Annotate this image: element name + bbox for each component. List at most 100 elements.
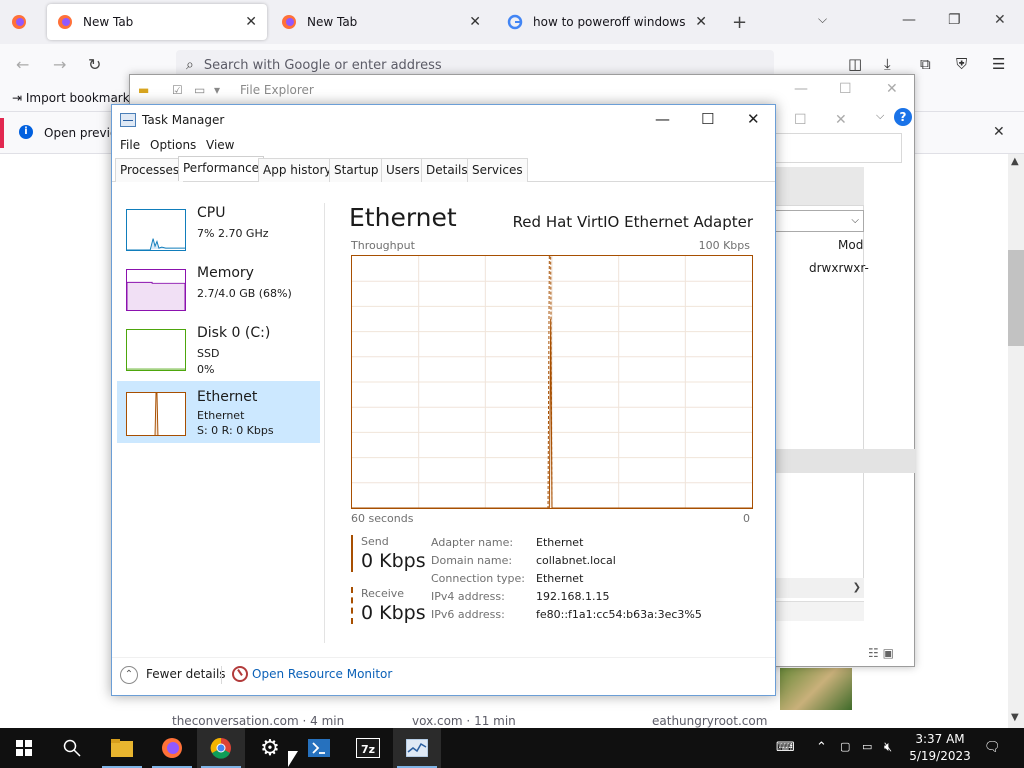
close-icon[interactable]: ✕ bbox=[835, 112, 847, 128]
firefox-menu-icon[interactable] bbox=[11, 14, 27, 30]
tab-services[interactable]: Services bbox=[467, 158, 528, 182]
help-icon[interactable]: ? bbox=[894, 108, 912, 126]
import-bookmarks-link[interactable]: ⇥ Import bookmarks bbox=[12, 91, 136, 105]
task-manager-window[interactable]: Task Manager — ☐ ✕ File Options View Pro… bbox=[111, 104, 776, 696]
card-source[interactable]: theconversation.com · 4 min bbox=[172, 714, 344, 728]
resource-item-memory[interactable]: Memory 2.7/4.0 GB (68%) bbox=[117, 261, 320, 323]
property-key: IPv4 address: bbox=[431, 590, 505, 603]
send-label: Send bbox=[361, 535, 389, 548]
ublock-shield-icon[interactable]: ⛨ bbox=[956, 55, 967, 73]
scrollbar-thumb[interactable] bbox=[1008, 250, 1024, 346]
tab-startup[interactable]: Startup bbox=[329, 158, 384, 182]
restore-icon[interactable]: ❐ bbox=[948, 12, 961, 28]
minimize-icon[interactable]: — bbox=[655, 110, 670, 128]
menu-options[interactable]: Options bbox=[150, 138, 196, 152]
extensions-icon[interactable]: ⧉ bbox=[920, 55, 931, 73]
pane-divider bbox=[324, 203, 325, 643]
chrome-taskbar-button[interactable] bbox=[197, 728, 245, 768]
file-explorer-taskbar-button[interactable] bbox=[98, 728, 146, 768]
close-tab-icon[interactable]: ✕ bbox=[245, 14, 257, 30]
tab-app-history[interactable]: App history bbox=[258, 158, 337, 182]
list-all-tabs-chevron-icon[interactable]: ⌵ bbox=[818, 12, 827, 27]
open-resource-monitor-link[interactable]: Open Resource Monitor bbox=[252, 667, 392, 681]
view-dropdown[interactable]: ⌵ bbox=[775, 210, 864, 232]
new-folder-icon[interactable]: ▭ bbox=[194, 83, 205, 97]
close-window-icon[interactable]: ✕ bbox=[994, 12, 1006, 28]
column-header-modified[interactable]: Mod bbox=[838, 238, 863, 252]
7zip-taskbar-button[interactable]: 7z bbox=[344, 728, 392, 768]
tab-performance[interactable]: Performance bbox=[178, 156, 265, 181]
explorer-titlebar[interactable]: ▬ ☑ ▭ ▾ File Explorer — ☐ ✕ bbox=[130, 75, 914, 105]
settings-taskbar-button[interactable]: ⚙ bbox=[246, 728, 294, 768]
ribbon-expand-chevron-icon[interactable]: ⌵ bbox=[876, 109, 884, 123]
task-manager-titlebar[interactable]: Task Manager — ☐ ✕ bbox=[112, 105, 775, 135]
volume-muted-icon[interactable]: 🔇︎ bbox=[884, 740, 892, 755]
firefox-taskbar-button[interactable] bbox=[148, 728, 196, 768]
info-icon: i bbox=[19, 125, 33, 139]
resource-name: Ethernet bbox=[197, 389, 258, 405]
touch-keyboard-icon[interactable]: ⌨ bbox=[776, 740, 795, 755]
selected-row[interactable] bbox=[775, 449, 915, 473]
close-icon[interactable]: ✕ bbox=[747, 110, 760, 128]
close-notification-icon[interactable]: ✕ bbox=[993, 124, 1005, 140]
firefox-icon bbox=[162, 738, 182, 758]
card-source[interactable]: vox.com · 11 min bbox=[412, 714, 516, 728]
customize-quick-access-icon[interactable]: ▾ bbox=[214, 83, 220, 97]
task-manager-taskbar-button[interactable] bbox=[393, 728, 441, 768]
fewer-details-button[interactable]: Fewer details bbox=[146, 667, 226, 681]
close-icon[interactable]: ✕ bbox=[886, 81, 898, 97]
new-tab-plus-icon[interactable]: + bbox=[732, 12, 747, 33]
menu-file[interactable]: File bbox=[120, 138, 140, 152]
search-box[interactable] bbox=[775, 133, 902, 163]
search-button[interactable] bbox=[48, 728, 96, 768]
property-key: IPv6 address: bbox=[431, 608, 505, 621]
pocket-icon[interactable]: ◫ bbox=[848, 55, 862, 73]
resource-name: Disk 0 (C:) bbox=[197, 325, 271, 341]
start-button[interactable] bbox=[0, 728, 48, 768]
collapse-chevron-icon[interactable]: ⌃ bbox=[120, 666, 138, 684]
gear-icon: ⚙ bbox=[260, 735, 280, 761]
tab-new-tab-2[interactable]: New Tab ✕ bbox=[271, 4, 491, 40]
scroll-down-arrow-icon[interactable]: ▼ bbox=[1011, 712, 1019, 723]
tab-google-search[interactable]: how to poweroff windows from ✕ bbox=[497, 4, 717, 40]
maximize-icon[interactable]: ☐ bbox=[794, 112, 807, 128]
notification-accent bbox=[0, 118, 4, 148]
minimize-icon[interactable]: — bbox=[902, 12, 916, 28]
page-scrollbar[interactable]: ▲ ▼ bbox=[1008, 154, 1024, 728]
powershell-taskbar-button[interactable] bbox=[295, 728, 343, 768]
resource-item-disk[interactable]: Disk 0 (C:) SSD 0% bbox=[117, 321, 320, 383]
clock[interactable]: 3:37 AM 5/19/2023 bbox=[908, 731, 972, 765]
resource-detail: 7% 2.70 GHz bbox=[197, 227, 269, 240]
card-source[interactable]: eathungryroot.com bbox=[652, 714, 767, 728]
close-tab-icon[interactable]: ✕ bbox=[469, 14, 481, 30]
resource-item-ethernet[interactable]: Ethernet Ethernet S: 0 R: 0 Kbps bbox=[117, 381, 320, 443]
browser-tab-strip: New Tab ✕ New Tab ✕ how to poweroff wind… bbox=[0, 0, 1024, 44]
tab-processes[interactable]: Processes bbox=[115, 158, 185, 182]
close-tab-icon[interactable]: ✕ bbox=[695, 14, 707, 30]
tab-new-tab-1[interactable]: New Tab ✕ bbox=[47, 4, 267, 40]
show-hidden-icons-chevron-icon[interactable]: ⌃ bbox=[816, 740, 827, 755]
property-key: Adapter name: bbox=[431, 536, 514, 549]
recipe-card-thumbnail[interactable] bbox=[780, 668, 852, 710]
network-icon[interactable]: ▭ bbox=[862, 740, 872, 753]
tab-users[interactable]: Users bbox=[381, 158, 425, 182]
horizontal-scrollbar[interactable]: ❯ bbox=[775, 578, 864, 598]
hamburger-menu-icon[interactable]: ☰ bbox=[992, 55, 1005, 73]
maximize-icon[interactable]: ☐ bbox=[701, 110, 714, 128]
view-toggle-icons[interactable]: ☷ ▣ bbox=[868, 646, 894, 660]
tray-app-icon[interactable]: ▢ bbox=[840, 740, 850, 753]
tab-details[interactable]: Details bbox=[421, 158, 473, 182]
back-arrow-icon[interactable]: ← bbox=[16, 55, 29, 74]
notifications-icon[interactable]: 🗨︎ bbox=[984, 740, 1001, 755]
menu-view[interactable]: View bbox=[206, 138, 234, 152]
resource-item-cpu[interactable]: CPU 7% 2.70 GHz bbox=[117, 201, 320, 263]
downloads-icon[interactable]: ⤓ bbox=[884, 55, 891, 73]
minimize-icon[interactable]: — bbox=[794, 81, 808, 97]
performance-detail: Ethernet Red Hat VirtIO Ethernet Adapter… bbox=[334, 183, 774, 683]
reload-icon[interactable]: ↻ bbox=[88, 55, 101, 74]
maximize-icon[interactable]: ☐ bbox=[839, 81, 852, 97]
forward-arrow-icon[interactable]: → bbox=[53, 55, 66, 74]
property-row: Connection type: Ethernet bbox=[431, 572, 702, 590]
properties-icon[interactable]: ☑ bbox=[172, 83, 183, 97]
scroll-up-arrow-icon[interactable]: ▲ bbox=[1011, 156, 1019, 167]
